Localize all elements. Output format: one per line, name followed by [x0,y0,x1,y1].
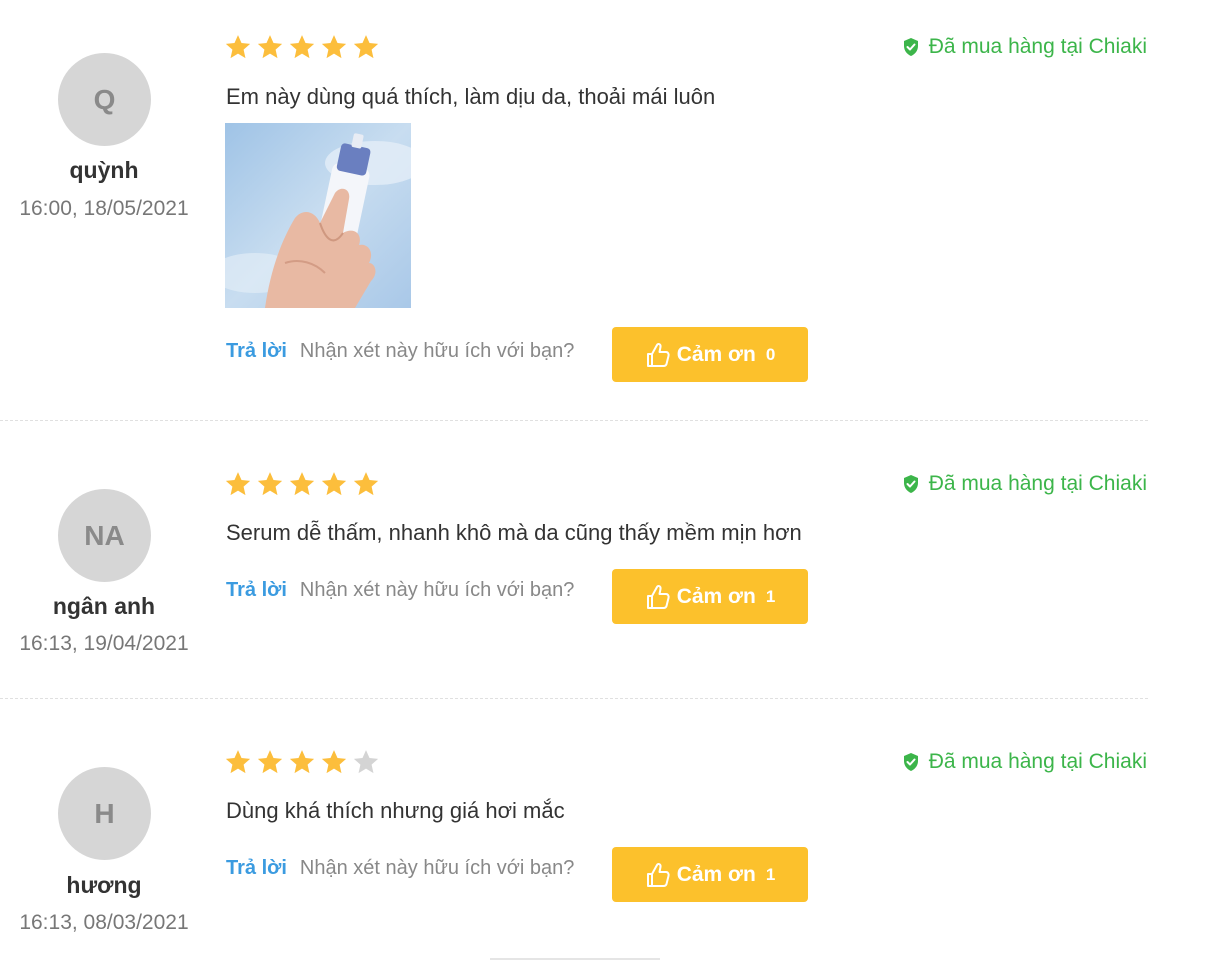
thumbs-up-icon [646,342,670,367]
reviewer-name: quỳnh [69,157,139,183]
thanks-count: 0 [765,344,776,364]
thumbs-up-icon [646,584,670,609]
review-divider [0,420,1148,421]
verified-label: Đã mua hàng tại Chiaki [928,750,1147,773]
reply-link[interactable]: Trả lời [226,579,287,602]
thanks-label: Cảm ơn [676,342,756,366]
avatar: Q [58,53,151,146]
review-comment: Serum dễ thấm, nhanh khô mà da cũng thấy… [226,520,802,545]
star-icon [225,35,251,59]
helpful-question: Nhận xét này hữu ích với bạn? [299,579,575,601]
product-in-hand-photo [225,123,411,308]
thanks-button[interactable]: Cảm ơn 1 [612,847,808,902]
review-actions: Trả lời Nhận xét này hữu ích với bạn? [226,324,574,379]
star-icon [289,472,315,496]
review-actions: Trả lời Nhận xét này hữu ích với bạn? [226,841,574,896]
star-icon [289,750,315,774]
star-icon [225,750,251,774]
star-icon [257,472,283,496]
star-icon [225,472,251,496]
reply-link[interactable]: Trả lời [226,857,287,880]
thumbs-up-icon [646,862,670,887]
helpful-question: Nhận xét này hữu ích với bạn? [299,340,575,362]
thanks-button[interactable]: Cảm ơn 0 [612,327,808,382]
star-icon [353,750,379,774]
verified-purchase-badge: Đã mua hàng tại Chiaki [901,750,1147,774]
helpful-question: Nhận xét này hữu ích với bạn? [299,857,575,879]
review-divider [0,698,1148,699]
thanks-count: 1 [765,586,776,606]
verified-purchase-badge: Đã mua hàng tại Chiaki [901,472,1147,496]
review-photo[interactable] [225,123,411,308]
review-date: 16:00, 18/05/2021 [19,197,189,220]
review-comment: Dùng khá thích nhưng giá hơi mắc [226,798,565,823]
shield-check-icon [903,753,918,771]
star-icon [353,472,379,496]
verified-label: Đã mua hàng tại Chiaki [928,472,1147,495]
thanks-count: 1 [765,864,776,884]
star-rating [224,33,380,61]
review-date: 16:13, 19/04/2021 [19,632,189,655]
star-icon [321,750,347,774]
star-icon [257,35,283,59]
thanks-label: Cảm ơn [676,862,756,886]
thanks-button[interactable]: Cảm ơn 1 [612,569,808,624]
shield-check-icon [903,38,918,56]
shield-check-icon [903,475,918,493]
avatar: NA [58,489,151,582]
review-date: 16:13, 08/03/2021 [19,911,189,934]
reply-link[interactable]: Trả lời [226,340,287,363]
star-icon [289,35,315,59]
star-rating [224,748,380,776]
star-rating [224,470,380,498]
avatar: H [58,767,151,860]
thanks-label: Cảm ơn [676,584,756,608]
verified-purchase-badge: Đã mua hàng tại Chiaki [901,35,1147,59]
star-icon [257,750,283,774]
star-icon [321,472,347,496]
review-actions: Trả lời Nhận xét này hữu ích với bạn? [226,563,574,618]
reviewer-name: hương [66,872,142,898]
review-comment: Em này dùng quá thích, làm dịu da, thoải… [226,84,716,109]
star-icon [353,35,379,59]
verified-label: Đã mua hàng tại Chiaki [928,35,1147,58]
star-icon [321,35,347,59]
reviewer-name: ngân anh [52,593,156,619]
